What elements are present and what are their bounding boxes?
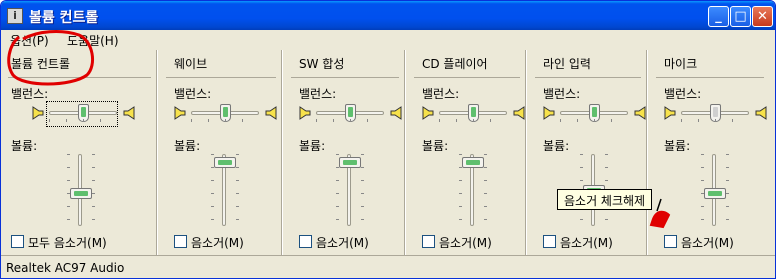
speaker-left-icon xyxy=(543,106,555,120)
menu-bar: 옵션(P) 도움말(H) xyxy=(1,30,775,50)
speaker-right-icon xyxy=(513,106,525,120)
app-icon[interactable]: i xyxy=(7,8,23,24)
menu-options[interactable]: 옵션(P) xyxy=(10,32,49,49)
volume-thumb[interactable] xyxy=(70,188,92,199)
volume-thumb[interactable] xyxy=(339,157,361,168)
speaker-right-icon xyxy=(755,106,767,120)
volume-label: 볼륨: xyxy=(422,139,449,153)
volume-slider[interactable] xyxy=(67,154,95,226)
balance-label: 밸런스: xyxy=(664,87,702,101)
balance-slider[interactable] xyxy=(560,104,628,122)
volume-ticks xyxy=(92,154,95,226)
mute-checkbox[interactable] xyxy=(11,235,24,248)
header-separator xyxy=(291,77,399,78)
balance-ticks xyxy=(560,119,628,122)
status-bar: Realtek AC97 Audio xyxy=(1,255,775,278)
speaker-left-icon xyxy=(422,106,434,120)
speaker-left-icon xyxy=(299,106,311,120)
column-header: SW 합성 xyxy=(299,57,345,71)
mute-label[interactable]: 음소거(M) xyxy=(560,234,613,251)
column-separator-highlight xyxy=(526,50,527,255)
balance-label: 밸런스: xyxy=(543,87,581,101)
mute-checkbox[interactable] xyxy=(174,235,187,248)
volume-ticks xyxy=(236,154,239,226)
balance-label: 밸런스: xyxy=(422,87,460,101)
device-name: Realtek AC97 Audio xyxy=(6,261,125,275)
minimize-button[interactable]: _ xyxy=(708,6,729,27)
speaker-right-icon xyxy=(123,106,135,120)
mixer-panel: 볼륨 컨트롤밸런스: 볼륨: 모두 음소거(M) 웨이브밸런스: 볼륨: 음소거(M) SW… xyxy=(4,50,772,255)
column-separator-highlight xyxy=(405,50,406,255)
mute-label[interactable]: 음소거(M) xyxy=(191,234,244,251)
mute-label[interactable]: 음소거(M) xyxy=(316,234,369,251)
volume-thumb[interactable] xyxy=(704,188,726,199)
balance-ticks xyxy=(439,119,507,122)
volume-control-window: i 볼륨 컨트롤 _ □ ✕ 옵션(P) 도움말(H) 볼륨 컨트롤 밸런스: 볼륨… xyxy=(0,0,776,279)
column-separator-highlight xyxy=(282,50,283,255)
volume-ticks xyxy=(361,154,364,226)
balance-label: 밸런스: xyxy=(299,87,337,101)
volume-label: 볼륨: xyxy=(11,139,38,153)
volume-ticks xyxy=(484,154,487,226)
balance-label: 밸런스: xyxy=(11,87,49,101)
header-separator xyxy=(166,77,276,78)
balance-ticks xyxy=(191,119,259,122)
volume-ticks xyxy=(726,154,729,226)
column-header: 볼륨 컨트롤 xyxy=(11,57,71,71)
balance-slider[interactable] xyxy=(681,104,749,122)
mute-tooltip: 음소거 체크해제 xyxy=(557,189,653,210)
volume-slider[interactable] xyxy=(459,154,487,226)
mute-checkbox[interactable] xyxy=(543,235,556,248)
mute-checkbox[interactable] xyxy=(299,235,312,248)
column-separator-highlight xyxy=(157,50,158,255)
balance-slider[interactable] xyxy=(49,104,117,122)
header-separator xyxy=(8,77,151,78)
close-button[interactable]: ✕ xyxy=(752,6,773,27)
volume-label: 볼륨: xyxy=(664,139,691,153)
balance-slider[interactable] xyxy=(439,104,507,122)
header-separator xyxy=(656,77,764,78)
volume-slider[interactable] xyxy=(211,154,239,226)
balance-slider[interactable] xyxy=(316,104,384,122)
volume-thumb[interactable] xyxy=(214,157,236,168)
balance-ticks xyxy=(316,119,384,122)
volume-thumb[interactable] xyxy=(462,157,484,168)
balance-ticks xyxy=(681,119,749,122)
volume-slider[interactable] xyxy=(336,154,364,226)
mute-checkbox[interactable] xyxy=(422,235,435,248)
mute-label[interactable]: 음소거(M) xyxy=(439,234,492,251)
speaker-right-icon xyxy=(265,106,277,120)
volume-label: 볼륨: xyxy=(174,139,201,153)
column-header: 웨이브 xyxy=(174,57,208,71)
volume-label: 볼륨: xyxy=(299,139,326,153)
column-header: 라인 입력 xyxy=(543,57,591,71)
speaker-left-icon xyxy=(174,106,186,120)
column-header: 마이크 xyxy=(664,57,698,71)
balance-slider[interactable] xyxy=(191,104,259,122)
speaker-right-icon xyxy=(390,106,402,120)
maximize-button[interactable]: □ xyxy=(730,6,751,27)
balance-ticks xyxy=(49,119,117,122)
speaker-left-icon xyxy=(32,106,44,120)
mute-checkbox[interactable] xyxy=(664,235,677,248)
balance-label: 밸런스: xyxy=(174,87,212,101)
title-bar[interactable]: i 볼륨 컨트롤 _ □ ✕ xyxy=(1,1,775,30)
volume-label: 볼륨: xyxy=(543,139,570,153)
column-separator-highlight xyxy=(647,50,648,255)
menu-help[interactable]: 도움말(H) xyxy=(67,32,119,49)
speaker-right-icon xyxy=(634,106,646,120)
header-separator xyxy=(414,77,520,78)
volume-slider[interactable] xyxy=(701,154,729,226)
speaker-left-icon xyxy=(664,106,676,120)
column-header: CD 플레이어 xyxy=(422,57,488,71)
window-title: 볼륨 컨트롤 xyxy=(29,10,99,26)
mute-label[interactable]: 음소거(M) xyxy=(681,234,734,251)
header-separator xyxy=(535,77,641,78)
mute-label[interactable]: 모두 음소거(M) xyxy=(28,234,107,251)
